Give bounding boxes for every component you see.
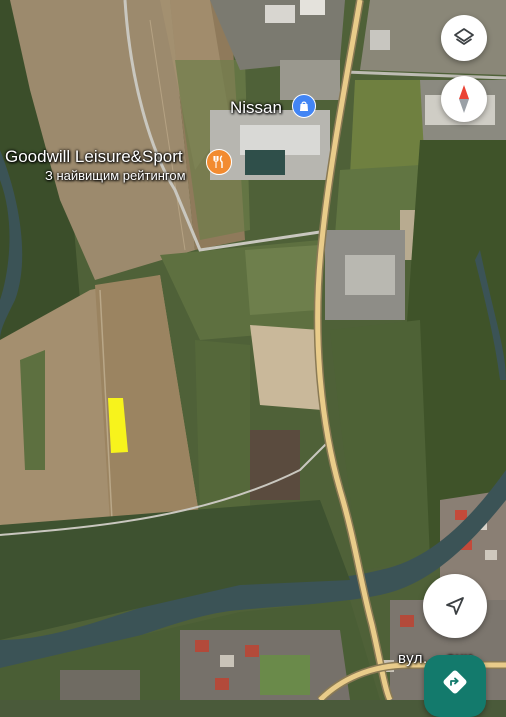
compass-button[interactable] <box>441 76 487 122</box>
compass-icon <box>459 85 469 113</box>
my-location-button[interactable] <box>423 574 487 638</box>
poi-pin-goodwill[interactable] <box>206 149 232 175</box>
poi-label-goodwill[interactable]: Goodwill Leisure&Sport <box>5 147 183 167</box>
layers-icon <box>454 28 474 45</box>
restaurant-icon <box>213 155 223 168</box>
layers-button[interactable] <box>441 15 487 61</box>
navigation-arrow-icon <box>446 597 464 615</box>
directions-button[interactable] <box>424 655 486 717</box>
directions-icon <box>443 670 467 694</box>
shopping-bag-icon <box>300 101 308 111</box>
poi-pin-nissan[interactable] <box>292 94 316 118</box>
poi-sublabel-goodwill: З найвищим рейтингом <box>45 168 186 183</box>
poi-label-nissan[interactable]: Nissan <box>230 98 282 118</box>
